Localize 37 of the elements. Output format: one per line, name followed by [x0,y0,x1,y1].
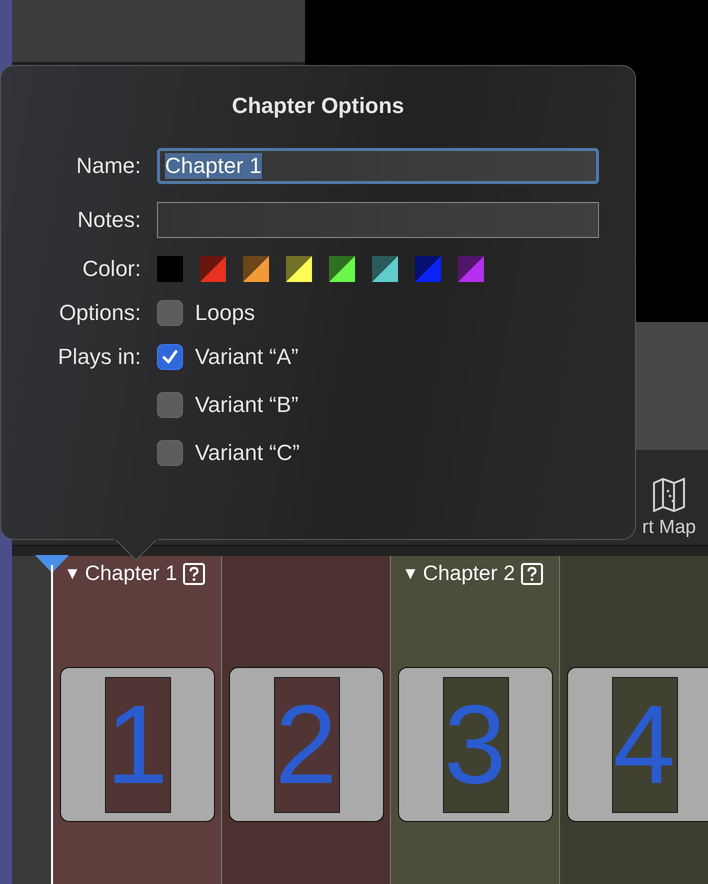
field-label: Plays in: [58,344,141,370]
checkbox[interactable] [157,392,183,418]
color-swatch[interactable] [243,256,269,282]
notes-field[interactable] [157,202,599,238]
color-swatch[interactable] [372,256,398,282]
color-swatch[interactable] [200,256,226,282]
field-label: Notes: [77,207,141,233]
help-icon[interactable] [521,563,544,585]
slide-number: 1 [106,688,168,800]
color-swatch[interactable] [329,256,355,282]
field-label: Color: [82,256,141,282]
checkbox-label: Variant “B” [195,392,299,418]
slide-number: 2 [274,688,338,800]
name-field[interactable]: Chapter 1 [157,148,599,184]
popover-title: Chapter Options [230,93,406,119]
color-swatch[interactable] [415,256,441,282]
checkbox-label: Loops [195,300,255,326]
chapter-title[interactable]: Chapter 1 [84,562,178,586]
color-swatch[interactable] [458,256,484,282]
checkbox[interactable] [157,344,183,370]
color-swatch[interactable] [286,256,312,282]
map-icon [652,477,686,513]
help-icon[interactable] [183,563,206,585]
checkbox[interactable] [157,300,183,326]
checkbox-label: Variant “A” [195,344,299,370]
checkbox-label: Variant “C” [195,440,300,466]
checkbox[interactable] [157,440,183,466]
field-label: Name: [76,153,141,179]
checkmark-icon [161,348,179,366]
disclosure-triangle[interactable]: ▼ [64,564,81,584]
field-label: Options: [59,300,141,326]
disclosure-triangle[interactable]: ▼ [402,564,419,584]
map-button[interactable]: rt Map [642,477,696,539]
slide-number: 3 [444,688,506,800]
chapter-title[interactable]: Chapter 2 [422,562,516,586]
slide-number: 4 [612,688,676,800]
color-swatch[interactable] [157,256,183,282]
